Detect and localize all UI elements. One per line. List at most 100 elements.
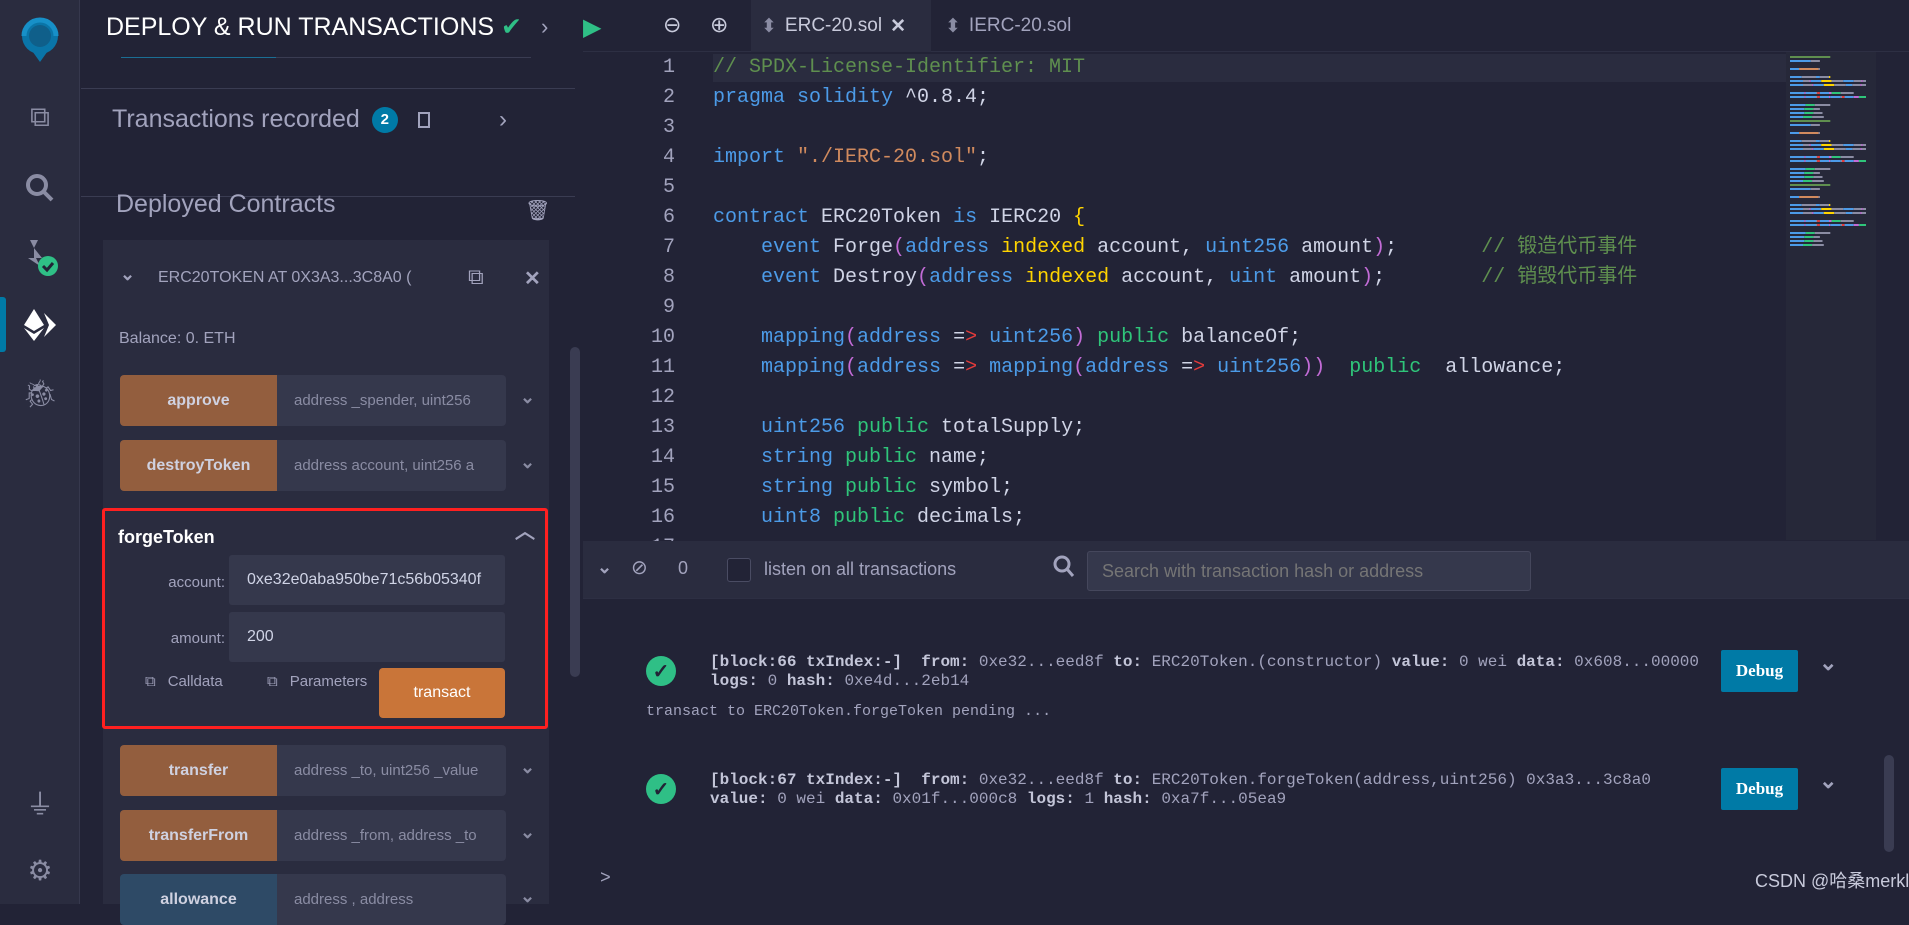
zoom-out-icon[interactable]: ⊖ <box>663 12 681 38</box>
parameters-button[interactable]: ⧉ Parameters <box>267 673 367 690</box>
run-script-icon[interactable]: ▶ <box>583 13 601 42</box>
chevron-down-icon[interactable]: ⌄ <box>120 264 135 285</box>
code-token: = <box>953 326 966 349</box>
minimap-line <box>1790 208 1803 210</box>
trash-icon[interactable]: 🗑︎ <box>525 198 550 223</box>
calldata-button[interactable]: ⧉ Calldata <box>145 673 223 690</box>
destroytoken-args-input[interactable]: address account, uint256 a <box>277 440 506 491</box>
minimap-line <box>1861 80 1863 82</box>
calldata-label: Calldata <box>167 673 223 690</box>
minimap-line <box>1805 104 1815 106</box>
close-icon[interactable]: ✕ <box>524 266 541 291</box>
minimap-line <box>1861 144 1863 146</box>
minimap-line <box>1844 224 1854 226</box>
minimap-line <box>1790 104 1806 106</box>
chevron-down-icon[interactable]: ⌄ <box>1819 769 1837 795</box>
minimap[interactable] <box>1786 52 1876 540</box>
minimap-line <box>1790 120 1831 122</box>
transferfrom-args-input[interactable]: address _from, address _to <box>277 810 506 861</box>
code-area[interactable]: 1 // SPDX-License-Identifier: MIT 2 pragma … <box>583 52 1909 541</box>
transfer-args-input[interactable]: address _to, uint256 _value <box>277 745 506 796</box>
minimap-line <box>1840 220 1854 222</box>
code-token: contract <box>713 206 822 229</box>
icon-sidebar: ⧉ 🐞︎ ⏚ ⚙ <box>0 0 80 904</box>
transactions-recorded-header[interactable]: Transactions recorded 2 <box>112 105 430 134</box>
deploy-run-icon[interactable] <box>20 305 60 345</box>
minimap-line <box>1790 108 1805 110</box>
minimap-line <box>1819 220 1829 222</box>
tab-erc-20-sol[interactable]: ⬍ ERC-20.sol ✕ <box>751 0 931 52</box>
minimap-line <box>1790 220 1805 222</box>
line-number: 3 <box>662 116 675 139</box>
code-token: = <box>953 356 966 379</box>
minimap-line <box>1829 156 1832 158</box>
solidity-compiler-icon[interactable] <box>20 238 60 278</box>
chevron-down-icon[interactable]: ⌄ <box>520 757 535 778</box>
transfer-button[interactable]: transfer <box>120 745 277 796</box>
chevron-down-icon[interactable]: ⌄ <box>520 452 535 473</box>
transact-button[interactable]: transact <box>379 668 505 718</box>
allowance-args-input[interactable]: address , address <box>277 874 506 925</box>
debug-button[interactable]: Debug <box>1721 650 1798 692</box>
clipboard-icon[interactable] <box>417 111 430 128</box>
terminal-prompt[interactable]: > <box>600 869 611 889</box>
log-value: 0 wei <box>767 790 835 808</box>
listen-checkbox[interactable] <box>727 558 751 582</box>
collapse-terminal-icon[interactable]: ⌄ <box>597 557 612 578</box>
code-line: contract ERC20Token is IERC20 { <box>713 203 1085 233</box>
settings-icon[interactable]: ⚙ <box>20 850 60 890</box>
allowance-button[interactable]: allowance <box>120 874 277 925</box>
chevron-down-icon[interactable]: ⌄ <box>520 822 535 843</box>
account-input[interactable] <box>229 555 505 605</box>
minimap-line <box>1813 148 1824 150</box>
minimap-line <box>1858 224 1866 226</box>
search-icon[interactable] <box>20 168 60 208</box>
minimap-line <box>1816 76 1820 78</box>
terminal-scrollbar[interactable] <box>1884 755 1894 852</box>
plugin-manager-icon[interactable]: ⏚ <box>20 783 60 823</box>
log-label: [block:67 txIndex:-] <box>710 771 903 789</box>
approve-args-input[interactable]: address _spender, uint256 <box>277 375 506 426</box>
zoom-in-icon[interactable]: ⊕ <box>710 12 728 38</box>
minimap-line <box>1790 68 1800 70</box>
remix-logo-icon[interactable] <box>16 14 64 66</box>
code-token: // 销毁代币事件 <box>1481 266 1638 289</box>
code-token: = <box>1181 356 1194 379</box>
minimap-line <box>1813 240 1823 242</box>
clear-console-icon[interactable]: ⊘ <box>631 555 648 580</box>
debug-button[interactable]: Debug <box>1721 768 1798 810</box>
minimap-line <box>1790 184 1831 186</box>
panel-scrollbar[interactable] <box>570 347 580 677</box>
tab-ierc-20-sol[interactable]: ⬍ IERC-20.sol <box>935 0 1081 52</box>
amount-input[interactable] <box>229 612 505 662</box>
chevron-up-icon[interactable]: ︿ <box>515 515 535 544</box>
file-explorer-icon[interactable]: ⧉ <box>20 97 60 137</box>
minimap-line <box>1831 208 1844 210</box>
log-label: value: <box>1391 653 1450 671</box>
debugger-icon[interactable]: 🐞︎ <box>20 373 60 413</box>
minimap-line <box>1790 244 1803 246</box>
minimap-line <box>1829 92 1832 94</box>
close-icon[interactable]: ✕ <box>890 15 906 38</box>
chevron-right-icon[interactable]: › <box>541 14 548 40</box>
approve-button[interactable]: approve <box>120 375 277 426</box>
code-line: uint8 public decimals; <box>713 503 1025 533</box>
transaction-search-input[interactable] <box>1087 551 1531 591</box>
code-token: ; <box>977 146 990 169</box>
code-token: uint256 <box>713 416 858 439</box>
minimap-line <box>1790 204 1802 206</box>
destroytoken-button[interactable]: destroyToken <box>120 440 277 491</box>
code-line: mapping(address => uint256) public balan… <box>713 323 1301 353</box>
code-token: symbol; <box>929 476 1014 499</box>
transferfrom-button[interactable]: transferFrom <box>120 810 277 861</box>
minimap-line <box>1790 236 1805 238</box>
chevron-right-icon[interactable]: › <box>499 106 507 134</box>
chevron-down-icon[interactable]: ⌄ <box>520 387 535 408</box>
copy-icon[interactable]: ⧉ <box>468 264 484 290</box>
code-token: name; <box>929 446 990 469</box>
function-row-transferfrom: transferFrom address _from, address _to ⌄ <box>120 810 546 861</box>
code-token: decimals; <box>917 506 1026 529</box>
chevron-down-icon[interactable]: ⌄ <box>1819 651 1837 677</box>
code-token: public <box>845 446 930 469</box>
minimap-line <box>1790 160 1805 162</box>
